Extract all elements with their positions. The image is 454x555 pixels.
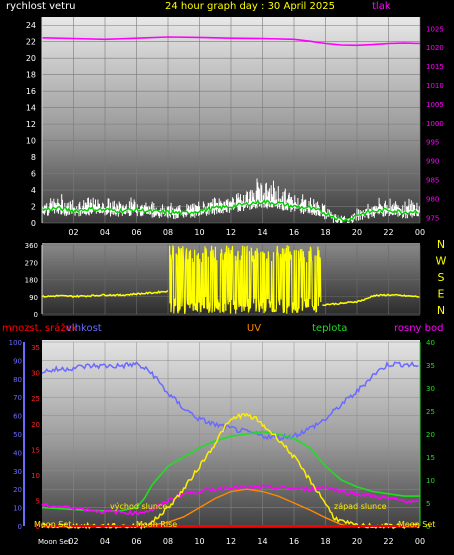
x-tick-label: 20 [352, 537, 362, 546]
pressure-tick-label: 980 [426, 195, 439, 203]
y-tick-label: 12 [26, 120, 36, 129]
y-tick-label: 20 [26, 54, 36, 63]
x-tick-label: 08 [163, 228, 173, 237]
temperature-tick-label: 30 [426, 385, 435, 393]
y-tick-label: 0 [31, 219, 36, 228]
legend-uv: UV [247, 323, 261, 334]
chart-title: 24 hour graph day : 30 April 2025 [165, 1, 335, 12]
pressure-tick-label: 1025 [426, 25, 444, 33]
legend-temperature: teplota [312, 323, 347, 334]
humidity-tick-label: 90 [13, 357, 22, 365]
x-tick-label: 04 [100, 537, 110, 546]
humidity-tick-label: 60 [13, 413, 22, 421]
x-tick-label: 16 [289, 537, 299, 546]
x-tick-label: 20 [352, 228, 362, 237]
humidity-tick-label: 80 [13, 376, 22, 384]
compass-label: W [436, 255, 447, 268]
weather-graph: rychlost vetru 24 hour graph day : 30 Ap… [0, 0, 454, 555]
temperature-tick-label: 25 [426, 408, 435, 416]
moon-set-bottom: Moon Set [38, 538, 71, 546]
y-tick-label: 6 [31, 170, 36, 179]
x-tick-label: 10 [194, 228, 204, 237]
rain-tick-label: 10 [31, 472, 40, 480]
x-tick-label: 00 [415, 228, 425, 237]
compass-label: N [437, 304, 445, 317]
sunrise-annotation: východ slunce [110, 502, 167, 511]
pressure-tick-label: 1010 [426, 82, 444, 90]
x-tick-label: 18 [320, 537, 330, 546]
compass-label: N [437, 238, 445, 251]
legend-dewpoint: rosny bod [394, 323, 443, 334]
rain-tick-label: 35 [31, 344, 40, 352]
y-tick-label: 10 [26, 137, 36, 146]
temperature-tick-label: 20 [426, 431, 435, 439]
rain-tick-label: 15 [31, 446, 40, 454]
chart-canvas: rychlost vetru 24 hour graph day : 30 Ap… [2, 1, 447, 546]
humidity-tick-label: 70 [13, 394, 22, 402]
legend-humidity: vlhkost [66, 323, 102, 334]
pressure-tick-label: 1000 [426, 120, 444, 128]
y-tick-label: 14 [26, 104, 36, 113]
y-tick-label: 360 [25, 242, 38, 250]
rain-tick-label: 5 [36, 497, 40, 505]
x-tick-label: 08 [163, 537, 173, 546]
x-tick-label: 22 [383, 537, 393, 546]
x-tick-label: 18 [320, 228, 330, 237]
pressure-label: tlak [372, 1, 391, 12]
pressure-tick-label: 985 [426, 177, 439, 185]
x-tick-label: 14 [257, 537, 267, 546]
y-tick-label: 2 [31, 203, 36, 212]
humidity-tick-label: 0 [18, 523, 22, 531]
temperature-tick-label: 10 [426, 477, 435, 485]
temperature-tick-label: 40 [426, 339, 435, 347]
humidity-tick-label: 100 [9, 339, 22, 347]
pressure-tick-label: 990 [426, 158, 439, 166]
x-tick-label: 22 [383, 228, 393, 237]
x-tick-label: 00 [415, 537, 425, 546]
y-tick-label: 4 [31, 186, 36, 195]
y-tick-label: 180 [25, 277, 38, 285]
y-tick-label: 8 [31, 153, 36, 162]
x-tick-label: 12 [226, 537, 236, 546]
rain-tick-label: 30 [31, 370, 40, 378]
pressure-tick-label: 995 [426, 139, 439, 147]
y-tick-label: 0 [34, 311, 38, 319]
x-tick-label: 04 [100, 228, 110, 237]
x-tick-label: 02 [68, 228, 78, 237]
y-tick-label: 18 [26, 71, 36, 80]
y-tick-label: 270 [25, 259, 38, 267]
humidity-tick-label: 20 [13, 486, 22, 494]
pressure-tick-label: 975 [426, 214, 439, 222]
y-tick-label: 90 [29, 294, 38, 302]
x-tick-label: 16 [289, 228, 299, 237]
humidity-tick-label: 50 [13, 431, 22, 439]
sunset-annotation: západ slunce [334, 502, 387, 511]
x-tick-label: 14 [257, 228, 267, 237]
y-tick-label: 24 [26, 21, 36, 30]
humidity-tick-label: 10 [13, 505, 22, 513]
humidity-tick-label: 30 [13, 468, 22, 476]
temperature-tick-label: 15 [426, 454, 435, 462]
rain-tick-label: 25 [31, 395, 40, 403]
temperature-tick-label: 5 [426, 500, 430, 508]
moon-set-left: Moon Set [34, 520, 71, 529]
humidity-tick-label: 40 [13, 449, 22, 457]
rain-tick-label: 20 [31, 421, 40, 429]
pressure-tick-label: 1020 [426, 44, 444, 52]
x-tick-label: 06 [131, 228, 141, 237]
pressure-tick-label: 1015 [426, 63, 444, 71]
moon-rise: Moon Rise [136, 520, 177, 529]
compass-label: S [438, 271, 445, 284]
x-tick-label: 06 [131, 537, 141, 546]
pressure-tick-label: 1005 [426, 101, 444, 109]
x-tick-label: 12 [226, 228, 236, 237]
x-tick-label: 10 [194, 537, 204, 546]
wind-speed-label: rychlost vetru [6, 1, 76, 12]
moon-set-right: Moon Set [398, 520, 435, 529]
y-tick-label: 22 [26, 38, 36, 47]
compass-label: E [438, 288, 445, 301]
temperature-tick-label: 35 [426, 362, 435, 370]
y-tick-label: 16 [26, 87, 36, 96]
